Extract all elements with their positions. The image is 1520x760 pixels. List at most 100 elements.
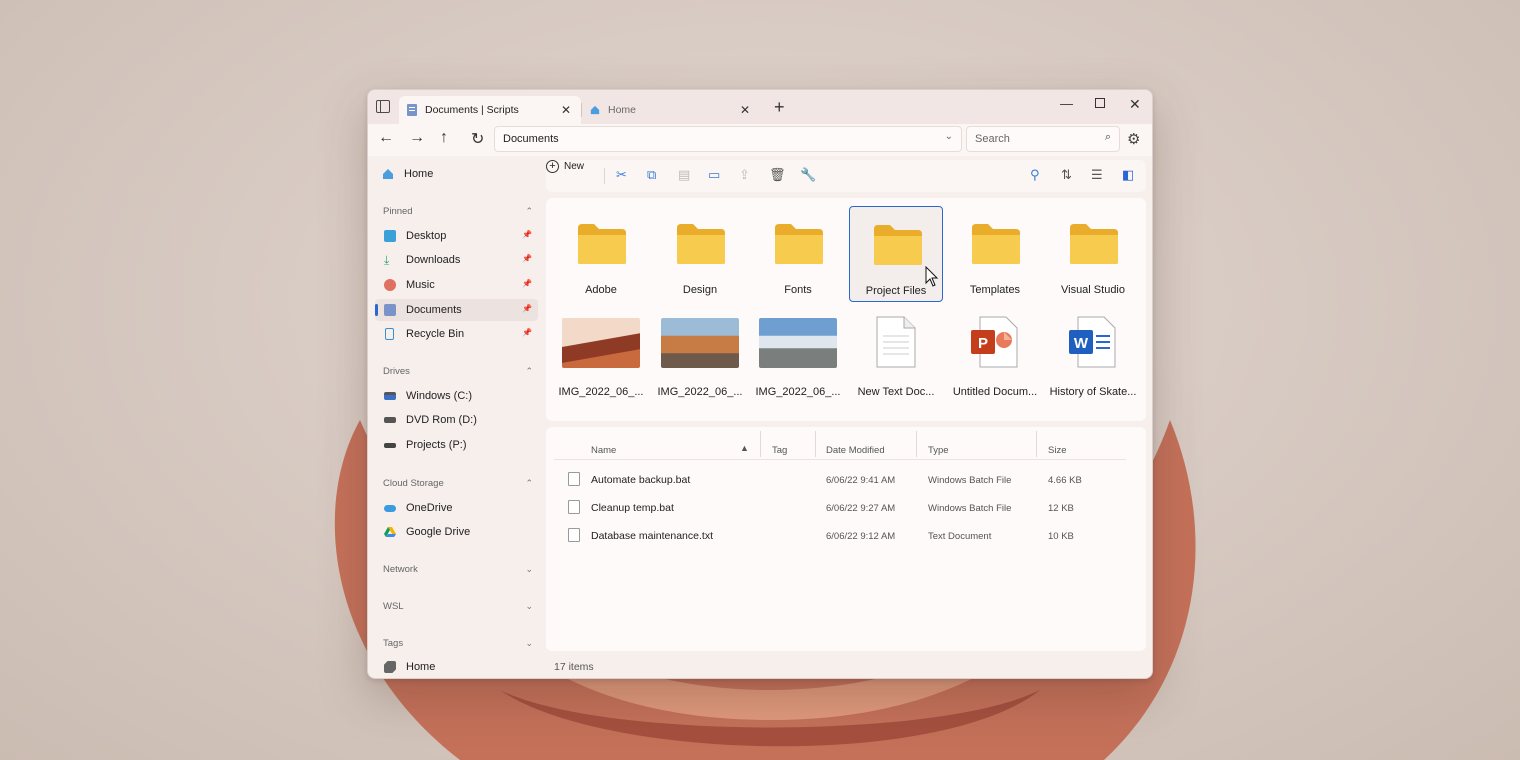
pin-icon[interactable]: 📌 bbox=[522, 279, 532, 288]
sidebar-item-documents[interactable]: Documents 📌 bbox=[375, 299, 538, 321]
sidebar-item-label: Projects (P:) bbox=[406, 439, 467, 451]
chevron-up-icon[interactable]: ⌃ bbox=[525, 206, 533, 217]
cut-icon[interactable]: ✂ bbox=[616, 167, 627, 183]
section-label: WSL bbox=[383, 601, 404, 612]
tab-documents-scripts[interactable]: Documents | Scripts ✕ bbox=[399, 96, 581, 124]
folder-icon bbox=[576, 222, 628, 266]
sidebar-item-projects-p[interactable]: Projects (P:) bbox=[375, 434, 538, 456]
column-divider[interactable] bbox=[760, 431, 761, 457]
folder-icon bbox=[675, 222, 727, 266]
address-bar[interactable]: Documents ⌄ bbox=[494, 126, 962, 152]
sidebar-item-music[interactable]: Music 📌 bbox=[375, 274, 538, 296]
refresh-icon[interactable]: ↻ bbox=[471, 129, 484, 149]
folder-tile-adobe[interactable]: Adobe bbox=[554, 206, 648, 302]
search-input[interactable]: Search ⌕ bbox=[966, 126, 1120, 152]
command-toolbar: + New ✂ ⧉ ▤ ▭ ⇪ 🗑 🔧 ⚲ ⇅ ☰ ◧ bbox=[546, 160, 1146, 192]
row-date: 6/06/22 9:12 AM bbox=[826, 531, 896, 542]
section-drives[interactable]: Drives ⌃ bbox=[383, 366, 533, 377]
folder-tile-templates[interactable]: Templates bbox=[948, 206, 1042, 302]
table-row[interactable]: Automate backup.bat 6/06/22 9:41 AM Window… bbox=[546, 467, 1146, 493]
sidebar-item-label: Downloads bbox=[406, 254, 461, 266]
section-wsl[interactable]: WSL ⌄ bbox=[383, 601, 533, 612]
table-row[interactable]: Database maintenance.txt 6/06/22 9:12 AM T… bbox=[546, 523, 1146, 549]
wrench-icon[interactable]: 🔧 bbox=[800, 167, 816, 183]
column-type[interactable]: Type bbox=[928, 445, 949, 456]
search-icon: ⌕ bbox=[1104, 131, 1111, 143]
sidebar-item-label: Home bbox=[404, 168, 434, 180]
section-cloud-storage[interactable]: Cloud Storage ⌃ bbox=[383, 478, 533, 489]
new-button[interactable]: + New bbox=[546, 160, 1146, 173]
sidebar-item-recycle-bin[interactable]: Recycle Bin 📌 bbox=[375, 323, 538, 345]
chevron-down-icon[interactable]: ⌄ bbox=[525, 638, 533, 649]
rename-icon[interactable]: ▭ bbox=[708, 167, 720, 183]
sidebar-item-home[interactable]: Home bbox=[382, 168, 433, 180]
chevron-down-icon[interactable]: ⌄ bbox=[525, 601, 533, 612]
chevron-down-icon[interactable]: ⌄ bbox=[945, 131, 953, 142]
file-tile-5[interactable]: P Untitled Docum... bbox=[948, 308, 1042, 404]
group-icon[interactable]: ☰ bbox=[1091, 167, 1103, 183]
close-window-button[interactable]: ✕ bbox=[1129, 96, 1141, 113]
share-icon[interactable]: ⇪ bbox=[739, 167, 750, 183]
toolbar-divider bbox=[604, 168, 605, 184]
column-divider[interactable] bbox=[916, 431, 917, 457]
folder-tile-design[interactable]: Design bbox=[653, 206, 747, 302]
table-row[interactable]: Cleanup temp.bat 6/06/22 9:27 AM Windows B… bbox=[546, 495, 1146, 521]
section-label: Drives bbox=[383, 366, 410, 377]
preview-pane-icon[interactable]: ◧ bbox=[1122, 167, 1134, 183]
file-tile-6[interactable]: W History of Skate... bbox=[1046, 308, 1140, 404]
maximize-button[interactable] bbox=[1095, 98, 1105, 108]
pin-icon[interactable]: 📌 bbox=[522, 304, 532, 313]
new-tab-button[interactable]: + bbox=[774, 98, 785, 116]
column-tag[interactable]: Tag bbox=[772, 445, 787, 456]
sidebar-item-desktop[interactable]: Desktop 📌 bbox=[375, 225, 538, 247]
chevron-down-icon[interactable]: ⌄ bbox=[525, 564, 533, 575]
folder-tile-fonts[interactable]: Fonts bbox=[751, 206, 845, 302]
up-arrow-icon[interactable]: ↑ bbox=[440, 129, 448, 147]
minimize-button[interactable]: — bbox=[1060, 96, 1073, 111]
column-date-modified[interactable]: Date Modified bbox=[826, 445, 885, 456]
folder-icon bbox=[1068, 222, 1120, 266]
column-divider[interactable] bbox=[815, 431, 816, 457]
pin-icon[interactable]: 📌 bbox=[522, 328, 532, 337]
sort-icon[interactable]: ⇅ bbox=[1061, 167, 1072, 183]
sidebar-item-tag-home[interactable]: Home bbox=[375, 656, 538, 678]
delete-icon[interactable]: 🗑 bbox=[769, 167, 786, 183]
section-network[interactable]: Network ⌄ bbox=[383, 564, 533, 575]
back-arrow-icon[interactable]: ← bbox=[378, 129, 394, 147]
column-name[interactable]: Name bbox=[591, 445, 616, 456]
home-icon bbox=[590, 105, 600, 115]
sidebar-item-windows-c[interactable]: Windows (C:) bbox=[375, 385, 538, 407]
tab-home[interactable]: Home ✕ bbox=[586, 96, 760, 124]
gear-icon[interactable]: ⚙ bbox=[1127, 130, 1140, 148]
forward-arrow-icon[interactable]: → bbox=[409, 129, 425, 147]
file-tile-4[interactable]: New Text Doc... bbox=[849, 308, 943, 404]
tab-label: Documents | Scripts bbox=[425, 104, 519, 116]
close-tab-icon[interactable]: ✕ bbox=[561, 103, 571, 117]
file-tile-3[interactable]: IMG_2022_06_... bbox=[751, 308, 845, 404]
sidebar-item-onedrive[interactable]: OneDrive bbox=[375, 497, 538, 519]
sidebar-item-downloads[interactable]: ⤓ Downloads 📌 bbox=[375, 249, 538, 271]
pin-icon[interactable]: 📌 bbox=[522, 254, 532, 263]
file-tile-2[interactable]: IMG_2022_06_... bbox=[653, 308, 747, 404]
sidebar-item-google-drive[interactable]: Google Drive bbox=[375, 521, 538, 543]
chevron-up-icon[interactable]: ⌃ bbox=[525, 478, 533, 489]
paste-icon[interactable]: ▤ bbox=[678, 167, 690, 183]
sort-ascending-icon[interactable]: ▲ bbox=[740, 443, 749, 453]
new-label: New bbox=[564, 161, 585, 172]
sidebar-item-dvd-d[interactable]: DVD Rom (D:) bbox=[375, 409, 538, 431]
sidebar: Home Pinned ⌃ Desktop 📌 ⤓ Downloads 📌 Mu… bbox=[368, 156, 546, 678]
pin-icon[interactable]: 📌 bbox=[522, 230, 532, 239]
row-size: 4.66 KB bbox=[1048, 475, 1082, 486]
column-size[interactable]: Size bbox=[1048, 445, 1066, 456]
section-tags[interactable]: Tags ⌄ bbox=[383, 638, 533, 649]
file-tile-1[interactable]: IMG_2022_06_... bbox=[554, 308, 648, 404]
folder-tile-visual-studio[interactable]: Visual Studio bbox=[1046, 206, 1140, 302]
section-pinned[interactable]: Pinned ⌃ bbox=[383, 206, 533, 217]
copy-icon[interactable]: ⧉ bbox=[647, 167, 656, 183]
column-divider[interactable] bbox=[1036, 431, 1037, 457]
chevron-up-icon[interactable]: ⌃ bbox=[525, 366, 533, 377]
close-tab-icon[interactable]: ✕ bbox=[740, 103, 750, 117]
tag-filter-icon[interactable]: ⚲ bbox=[1030, 167, 1040, 183]
documents-icon bbox=[384, 304, 396, 316]
sidebar-toggle-icon[interactable] bbox=[376, 100, 390, 113]
